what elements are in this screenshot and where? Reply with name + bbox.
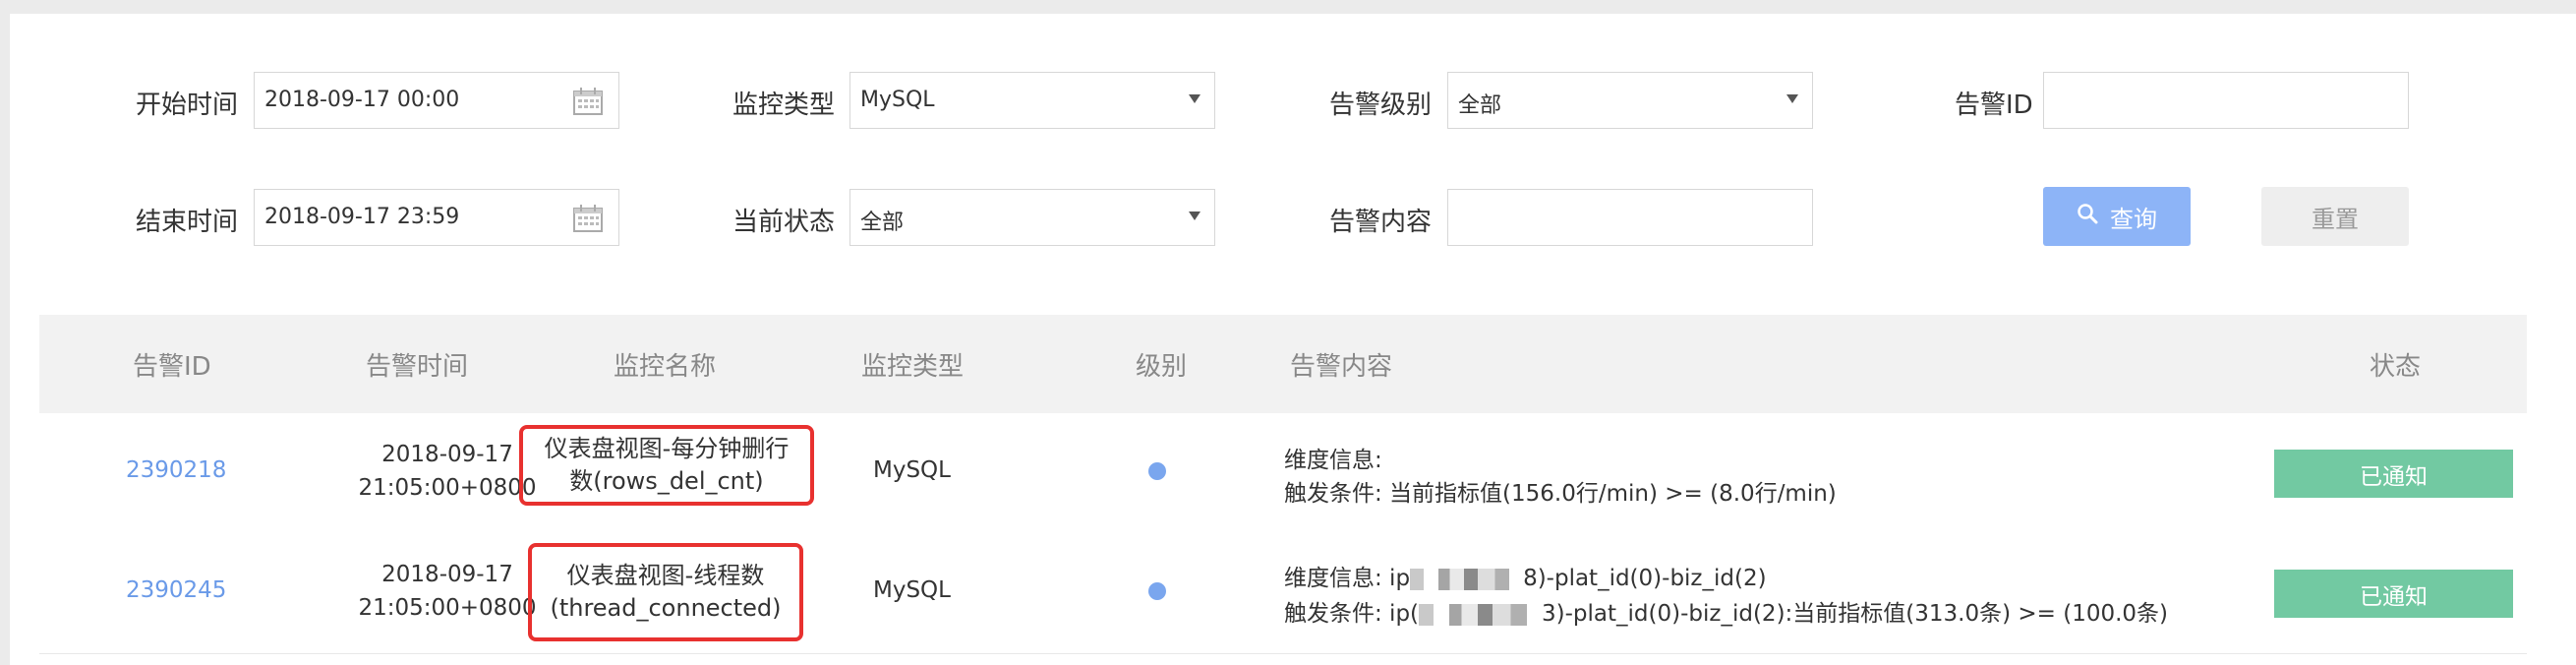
alert-content-label: 告警内容: [1329, 208, 1433, 237]
header-level: 级别: [1136, 352, 1188, 382]
calendar-icon[interactable]: [573, 205, 603, 238]
current-status-label: 当前状态: [732, 208, 836, 237]
calendar-icon[interactable]: [573, 88, 603, 121]
alert-id-link[interactable]: 2390245: [126, 577, 226, 603]
level-dot: [1148, 462, 1166, 480]
end-time-field[interactable]: 2018-09-17 23:59: [254, 189, 619, 246]
level-dot: [1148, 582, 1166, 600]
redacted-ip: [1410, 568, 1524, 590]
monitor-name-highlight: 仪表盘视图-线程数 (thread_connected): [528, 543, 803, 641]
reset-button-label: 重置: [2312, 205, 2359, 233]
current-status-value: 全部: [860, 211, 905, 235]
content-dimension: 维度信息:: [1284, 448, 1382, 473]
monitor-type: MySQL: [873, 457, 951, 483]
monitor-name-line1: 仪表盘视图-线程数: [566, 562, 765, 589]
alert-level-select[interactable]: 全部: [1447, 72, 1813, 129]
monitor-type-label: 监控类型: [732, 91, 836, 120]
content-dimension-suffix: 8)-plat_id(0)-biz_id(2): [1523, 566, 1767, 591]
query-button-label: 查询: [2110, 205, 2157, 233]
table-header: 告警ID 告警时间 监控名称 监控类型 级别 告警内容 状态: [39, 315, 2527, 413]
start-time-field[interactable]: 2018-09-17 00:00: [254, 72, 619, 129]
alert-level-label: 告警级别: [1329, 91, 1433, 120]
chevron-down-icon: [1189, 212, 1200, 220]
reset-button[interactable]: 重置: [2261, 187, 2409, 246]
header-status: 状态: [2370, 352, 2422, 382]
table-row: 2390245 2018-09-17 21:05:00+0800 仪表盘视图-线…: [39, 533, 2527, 654]
current-status-select[interactable]: 全部: [849, 189, 1215, 246]
header-monitor-type: 监控类型: [861, 352, 965, 382]
alert-content-input[interactable]: [1447, 189, 1813, 246]
alert-id-label: 告警ID: [1955, 91, 2033, 120]
table-row: 2390218 2018-09-17 21:05:00+0800 仪表盘视图-每…: [39, 413, 2527, 534]
content-trigger: 触发条件: 当前指标值(156.0行/min) >= (8.0行/min): [1284, 481, 1837, 507]
header-alert-id: 告警ID: [133, 352, 211, 382]
header-alert-time: 告警时间: [366, 352, 469, 382]
header-monitor-name: 监控名称: [614, 352, 717, 382]
monitor-type: MySQL: [873, 577, 951, 603]
alert-id-input[interactable]: [2043, 72, 2409, 129]
content-dimension: 维度信息: ip 8)-plat_id(0)-biz_id(2): [1284, 559, 1767, 592]
header-alert-content: 告警内容: [1290, 352, 1393, 382]
monitor-name-highlight: 仪表盘视图-每分钟删行 数(rows_del_cnt): [519, 425, 814, 506]
start-time-label: 开始时间: [136, 91, 239, 120]
status-badge: 已通知: [2274, 450, 2513, 498]
search-icon: [2077, 203, 2098, 230]
monitor-name-line2: (thread_connected): [550, 594, 782, 622]
monitor-name-line2: 数(rows_del_cnt): [569, 467, 764, 495]
monitor-type-select[interactable]: MySQL: [849, 72, 1215, 129]
monitor-name-line1: 仪表盘视图-每分钟删行: [544, 435, 790, 462]
chevron-down-icon: [1786, 94, 1798, 103]
content-trigger-prefix: 触发条件: ip(: [1284, 601, 1420, 627]
alert-id-link[interactable]: 2390218: [126, 457, 226, 483]
redacted-ip: [1419, 603, 1543, 626]
end-time-value: 2018-09-17 23:59: [264, 205, 460, 229]
chevron-down-icon: [1189, 94, 1200, 103]
content-trigger: 触发条件: ip( 3)-plat_id(0)-biz_id(2):当前指标值(3…: [1284, 594, 2168, 628]
status-badge: 已通知: [2274, 570, 2513, 618]
end-time-label: 结束时间: [136, 208, 239, 237]
monitor-type-value: MySQL: [860, 88, 935, 112]
content-dimension-prefix: 维度信息: ip: [1284, 566, 1411, 591]
start-time-value: 2018-09-17 00:00: [264, 88, 460, 112]
content-trigger-suffix: 3)-plat_id(0)-biz_id(2):当前指标值(313.0条) >=…: [1542, 601, 2169, 627]
alert-level-value: 全部: [1458, 93, 1502, 118]
query-button[interactable]: 查询: [2043, 187, 2191, 246]
